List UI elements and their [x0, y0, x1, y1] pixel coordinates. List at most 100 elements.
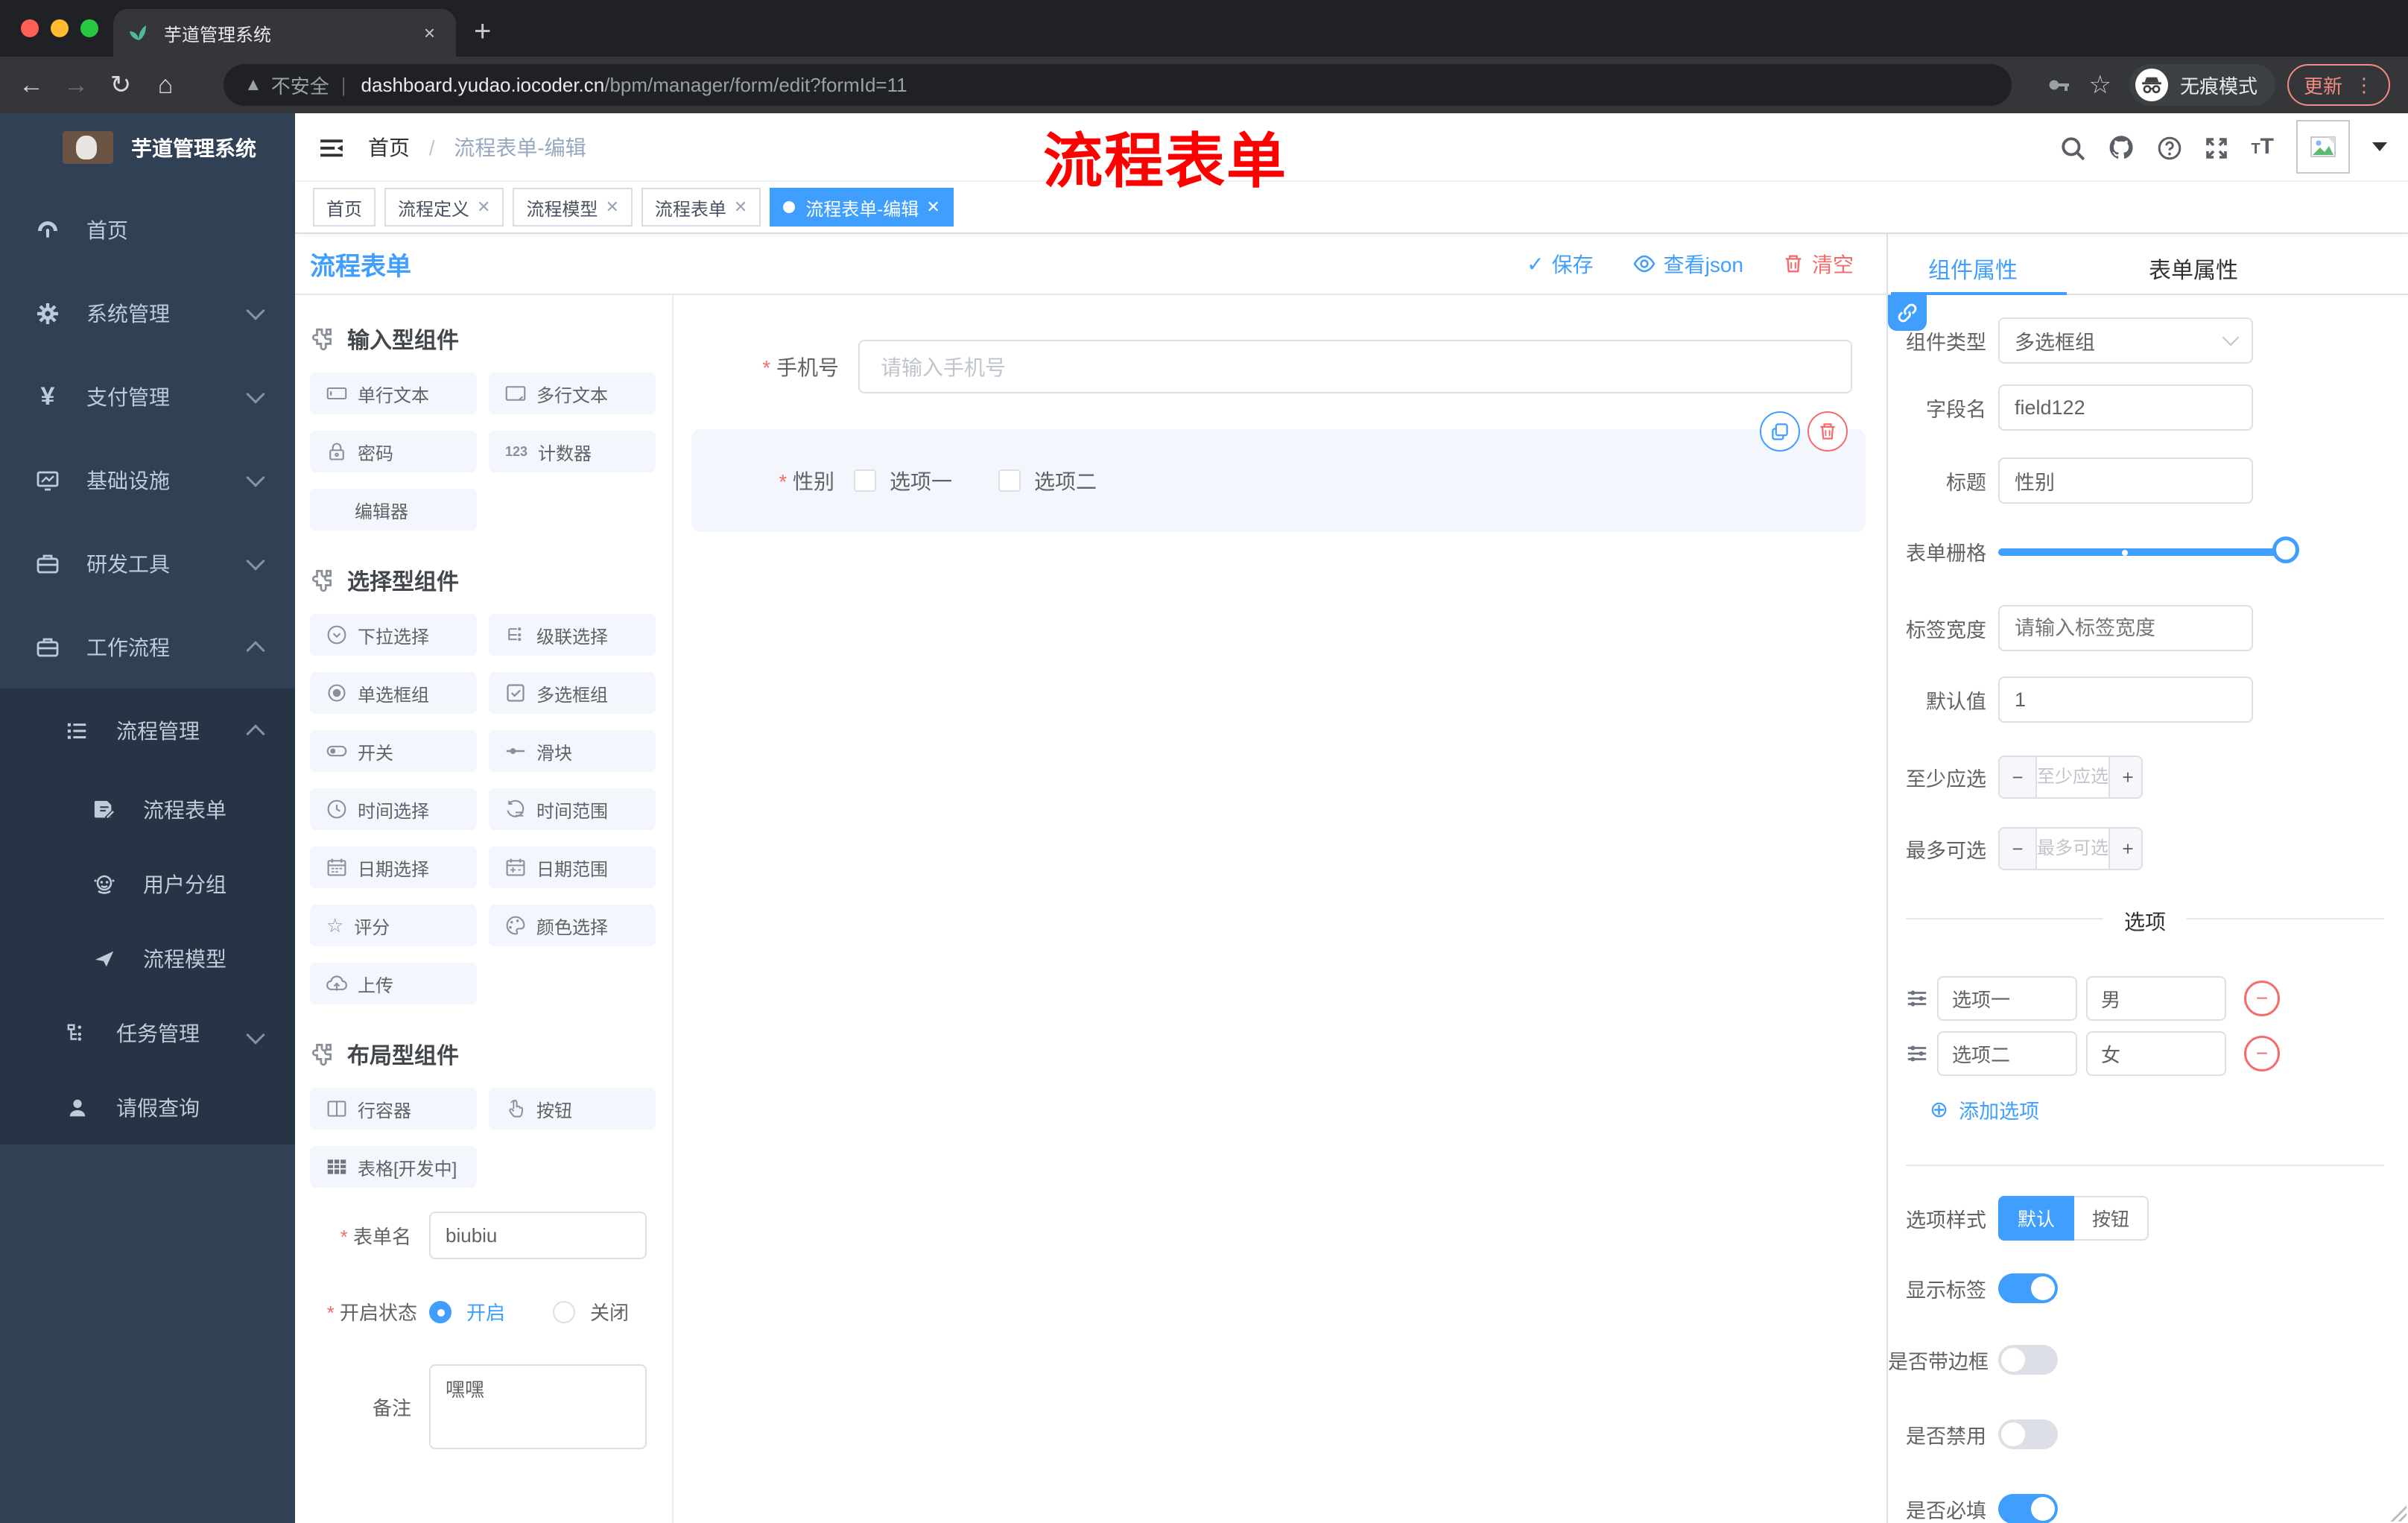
breadcrumb-home[interactable]: 首页 [368, 136, 410, 159]
remove-option-button[interactable]: − [2244, 981, 2280, 1016]
sidebar-item-user-group[interactable]: 用户分组 [0, 846, 295, 921]
form-remark-textarea[interactable]: 嘿嘿 [429, 1364, 647, 1449]
font-size-button[interactable]: TT [2251, 134, 2274, 159]
resize-grip[interactable] [2389, 1504, 2407, 1522]
canvas-phone-field[interactable]: 手机号 请输入手机号 [674, 340, 1886, 393]
window-zoom-button[interactable] [80, 19, 98, 37]
checkbox-icon[interactable] [998, 469, 1021, 492]
password-key-icon[interactable] [2047, 73, 2070, 97]
new-tab-button[interactable]: + [474, 12, 491, 51]
form-name-input[interactable] [429, 1212, 647, 1259]
radio-on-selected[interactable] [429, 1300, 452, 1323]
tag-process-form-edit-active[interactable]: 流程表单-编辑 ✕ [770, 188, 954, 227]
stepper-plus-button[interactable]: + [2110, 829, 2141, 869]
max-select-stepper[interactable]: − 最多可选 + [1998, 827, 2143, 870]
component-checkbox-group[interactable]: 多选框组 [489, 672, 656, 714]
sidebar-item-system[interactable]: 系统管理 [0, 271, 295, 355]
component-date-picker[interactable]: 日期选择 [310, 846, 477, 888]
tag-close-icon[interactable]: ✕ [926, 197, 940, 217]
search-button[interactable] [2060, 133, 2086, 161]
tag-process-form[interactable]: 流程表单 ✕ [641, 188, 761, 227]
component-counter[interactable]: 123 计数器 [489, 431, 656, 472]
window-close-button[interactable] [21, 19, 39, 37]
component-time-picker[interactable]: 时间选择 [310, 788, 477, 830]
component-time-range[interactable]: 时间范围 [489, 788, 656, 830]
style-button-button[interactable]: 按钮 [2074, 1196, 2149, 1241]
component-row-container[interactable]: 行容器 [310, 1088, 477, 1130]
security-label[interactable]: 不安全 [271, 72, 329, 99]
option2-value-input[interactable] [2086, 1031, 2226, 1076]
required-switch[interactable] [1998, 1494, 2058, 1523]
tab-component-props[interactable]: 组件属性 [1928, 252, 2018, 285]
home-button[interactable]: ⌂ [143, 71, 188, 100]
avatar[interactable] [2296, 120, 2350, 174]
tag-close-icon[interactable]: ✕ [734, 197, 747, 217]
label-width-input[interactable] [1998, 605, 2253, 651]
forward-button[interactable]: → [54, 71, 98, 100]
delete-component-button[interactable] [1807, 411, 1848, 452]
browser-menu-icon[interactable]: ⋮ [2354, 74, 2374, 97]
sidebar-item-workflow[interactable]: 工作流程 [0, 605, 295, 688]
option1-label-input[interactable] [1937, 976, 2077, 1021]
min-select-stepper[interactable]: − 至少应选 + [1998, 756, 2143, 799]
style-default-button-selected[interactable]: 默认 [1998, 1196, 2075, 1241]
slider-track[interactable] [1998, 548, 2289, 556]
gender-option2[interactable]: 选项二 [998, 466, 1097, 495]
copy-component-button[interactable] [1760, 411, 1800, 452]
checkbox-icon[interactable] [854, 469, 876, 492]
update-button[interactable]: 更新 ⋮ [2287, 64, 2390, 106]
component-editor[interactable]: 编辑器 [310, 489, 477, 531]
clear-button[interactable]: 清空 [1782, 249, 1854, 279]
tag-process-model[interactable]: 流程模型 ✕ [513, 188, 633, 227]
component-rate[interactable]: ☆ 评分 [310, 905, 477, 946]
avatar-dropdown-icon[interactable] [2372, 142, 2387, 151]
sidebar-item-process-model[interactable]: 流程模型 [0, 921, 295, 995]
tag-home[interactable]: 首页 [313, 188, 376, 227]
sidebar-item-leave-query[interactable]: 请假查询 [0, 1070, 295, 1144]
remove-option-button[interactable]: − [2244, 1036, 2280, 1071]
add-option-button[interactable]: ⊕ 添加选项 [1930, 1095, 2384, 1124]
option1-value-input[interactable] [2086, 976, 2226, 1021]
field-name-input[interactable] [1998, 384, 2253, 431]
gender-option1[interactable]: 选项一 [854, 466, 952, 495]
tag-close-icon[interactable]: ✕ [605, 197, 618, 217]
tab-close-icon[interactable]: × [418, 22, 441, 45]
component-multi-line-text[interactable]: 多行文本 [489, 373, 656, 414]
disabled-switch[interactable] [1998, 1419, 2058, 1449]
drag-handle-icon[interactable] [1906, 1042, 1928, 1065]
component-color-picker[interactable]: 颜色选择 [489, 905, 656, 946]
sidebar-item-payment[interactable]: ¥ 支付管理 [0, 355, 295, 438]
component-type-select[interactable]: 多选框组 [1998, 317, 2253, 364]
border-switch[interactable] [1998, 1345, 2058, 1375]
radio-off[interactable] [553, 1300, 576, 1323]
component-button[interactable]: 按钮 [489, 1088, 656, 1130]
sidebar-item-process-mgmt[interactable]: 流程管理 [0, 688, 295, 772]
window-minimize-button[interactable] [51, 19, 69, 37]
bookmark-star-icon[interactable]: ☆ [2088, 70, 2111, 100]
component-select[interactable]: 下拉选择 [310, 614, 477, 656]
stepper-minus-button[interactable]: − [2000, 829, 2035, 869]
component-switch[interactable]: 开关 [310, 730, 477, 772]
default-value-input[interactable] [1998, 677, 2253, 723]
component-upload[interactable]: 上传 [310, 963, 477, 1004]
tab-form-props[interactable]: 表单属性 [2149, 252, 2238, 285]
component-slider[interactable]: 滑块 [489, 730, 656, 772]
component-table-dev[interactable]: 表格[开发中] [310, 1146, 477, 1188]
bind-link-tab[interactable] [1888, 295, 1927, 331]
component-password[interactable]: 密码 [310, 431, 477, 472]
sidebar-item-devtools[interactable]: 研发工具 [0, 522, 295, 605]
component-cascader[interactable]: 级联选择 [489, 614, 656, 656]
sidebar-item-process-form[interactable]: 流程表单 [0, 772, 295, 846]
sidebar-item-home[interactable]: 首页 [0, 188, 295, 271]
component-radio-group[interactable]: 单选框组 [310, 672, 477, 714]
fullscreen-button[interactable] [2205, 133, 2228, 161]
save-button[interactable]: ✓ 保存 [1527, 249, 1593, 279]
tag-process-definition[interactable]: 流程定义 ✕ [384, 188, 504, 227]
collapse-sidebar-button[interactable] [319, 133, 344, 161]
show-label-switch[interactable] [1998, 1273, 2058, 1303]
back-button[interactable]: ← [9, 71, 54, 100]
browser-tab[interactable]: 芋道管理系统 × [113, 9, 456, 57]
stepper-plus-button[interactable]: + [2110, 757, 2141, 797]
canvas-gender-field-selected[interactable]: 性别 选项一 选项二 [691, 411, 1866, 532]
reload-button[interactable]: ↻ [98, 70, 143, 100]
